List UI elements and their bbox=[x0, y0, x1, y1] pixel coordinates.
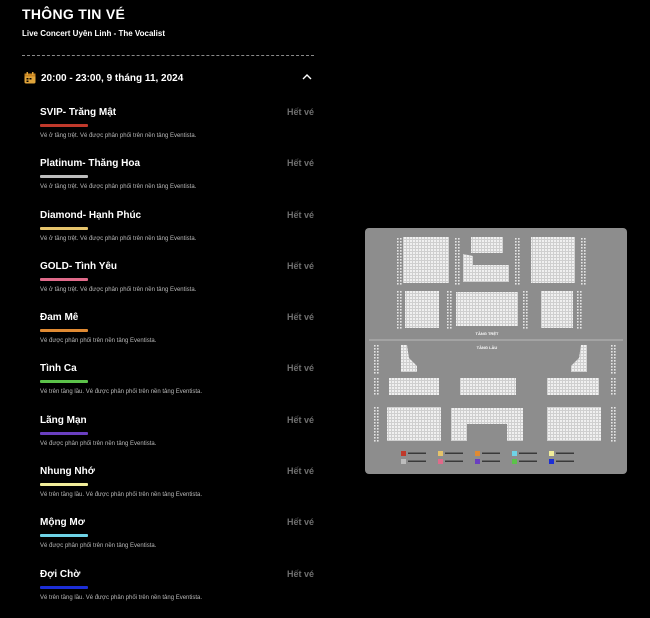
ticket-status: Hết vé bbox=[286, 209, 314, 220]
legend-swatch bbox=[438, 451, 443, 456]
legend-swatch bbox=[549, 459, 554, 464]
ticket-name: Diamond- Hạnh Phúc bbox=[40, 209, 142, 221]
legend-label bbox=[445, 452, 463, 454]
ticket-status: Hết vé bbox=[286, 158, 314, 169]
ticket-status: Hết vé bbox=[286, 568, 314, 579]
ticket-color-bar bbox=[40, 329, 88, 333]
seat-block bbox=[451, 408, 523, 441]
ticket-status: Hết vé bbox=[286, 414, 314, 425]
ticket-description: Vé ở tầng trệt. Vé được phân phối trên n… bbox=[40, 184, 197, 191]
divider bbox=[22, 55, 314, 56]
ticket-color-bar bbox=[40, 124, 88, 127]
seat-block bbox=[456, 292, 518, 326]
ticket-name: Mộng Mơ bbox=[40, 517, 85, 529]
legend-label bbox=[519, 452, 537, 454]
ticket-item[interactable]: Tình Ca Vé trên tầng lầu. Vé được phân p… bbox=[40, 361, 314, 412]
ticket-description: Vé ở tầng trệt. Vé được phân phối trên n… bbox=[40, 286, 197, 293]
legend-label bbox=[482, 460, 500, 462]
ticket-description: Vé được phân phối trên nền tảng Eventist… bbox=[40, 543, 157, 550]
ticket-item[interactable]: SVIP- Trăng Mật Vé ở tầng trệt. Vé được … bbox=[40, 105, 314, 156]
seat-map: TẦNG TRỆT TẦNG LẦU bbox=[365, 228, 627, 474]
ticket-name: Lãng Mạn bbox=[40, 414, 87, 426]
ticket-status: Hết vé bbox=[286, 312, 314, 323]
ground-floor-label: TẦNG TRỆT bbox=[476, 331, 499, 336]
ticket-color-bar bbox=[40, 534, 88, 538]
ticket-item[interactable]: Đam Mê Vé được phân phối trên nền tảng E… bbox=[40, 310, 314, 361]
ticket-item[interactable]: Platinum- Thăng Hoa Vé ở tầng trệt. Vé đ… bbox=[40, 156, 314, 207]
seat-map-diagram: TẦNG TRỆT TẦNG LẦU bbox=[369, 237, 623, 464]
legend-label bbox=[556, 460, 574, 462]
ticket-status: Hết vé bbox=[286, 107, 314, 117]
ticket-color-bar bbox=[40, 585, 88, 589]
calendar-icon bbox=[24, 72, 36, 84]
ticket-name: Platinum- Thăng Hoa bbox=[40, 158, 140, 170]
seat-block bbox=[547, 407, 601, 441]
legend-swatch bbox=[401, 451, 406, 456]
legend-swatch bbox=[475, 459, 480, 464]
ticket-status: Hết vé bbox=[286, 363, 314, 374]
ticket-item[interactable]: GOLD- Tình Yêu Vé ở tầng trệt. Vé được p… bbox=[40, 259, 314, 310]
legend-label bbox=[408, 460, 426, 462]
seat-map-legend bbox=[401, 451, 574, 464]
event-name: Live Concert Uyên Linh - The Vocalist bbox=[22, 29, 165, 38]
legend-label bbox=[482, 452, 500, 454]
ticket-description: Vé trên tầng lầu. Vé được phân phối trên… bbox=[40, 492, 203, 499]
ticket-description: Vé được phân phối trên nền tảng Eventist… bbox=[40, 440, 157, 447]
legend-swatch bbox=[549, 451, 554, 456]
ticket-status: Hết vé bbox=[286, 517, 314, 528]
ticket-name: Nhung Nhớ bbox=[40, 466, 95, 478]
ticket-name: SVIP- Trăng Mật bbox=[40, 107, 117, 118]
ticket-description: Vé ở tầng trệt. Vé được phân phối trên n… bbox=[40, 133, 197, 139]
ticket-name: Đam Mê bbox=[40, 312, 79, 324]
seat-block bbox=[403, 237, 449, 283]
seat-block bbox=[389, 378, 439, 395]
ticket-item[interactable]: Lãng Mạn Vé được phân phối trên nền tảng… bbox=[40, 413, 314, 464]
session-time: 20:00 - 23:00, 9 tháng 11, 2024 bbox=[41, 72, 184, 84]
legend-swatch bbox=[512, 459, 517, 464]
ticket-item[interactable]: Diamond- Hạnh Phúc Vé ở tầng trệt. Vé đư… bbox=[40, 208, 314, 259]
seat-block bbox=[571, 345, 587, 372]
ticket-color-bar bbox=[40, 483, 88, 487]
seat-block bbox=[471, 237, 503, 253]
legend-label bbox=[519, 460, 537, 462]
ticket-item[interactable]: Nhung Nhớ Vé trên tầng lầu. Vé được phân… bbox=[40, 464, 314, 515]
ticket-name: Tình Ca bbox=[40, 363, 77, 375]
seat-block bbox=[405, 291, 439, 328]
ticket-color-bar bbox=[40, 175, 88, 179]
seat-block bbox=[460, 378, 516, 395]
seat-block bbox=[387, 407, 441, 441]
page-title: THÔNG TIN VÉ bbox=[22, 6, 126, 22]
legend-swatch bbox=[512, 451, 517, 456]
ticket-description: Vé ở tầng trệt. Vé được phân phối trên n… bbox=[40, 235, 197, 242]
ticket-color-bar bbox=[40, 226, 88, 230]
seat-block bbox=[463, 254, 509, 282]
legend-swatch bbox=[401, 459, 406, 464]
ticket-description: Vé được phân phối trên nền tảng Eventist… bbox=[40, 338, 157, 345]
upper-floor-label: TẦNG LẦU bbox=[477, 345, 498, 350]
legend-swatch bbox=[438, 459, 443, 464]
seat-block bbox=[401, 345, 417, 372]
ticket-color-bar bbox=[40, 380, 88, 384]
legend-label bbox=[408, 452, 426, 454]
ticket-color-bar bbox=[40, 431, 88, 435]
seat-block bbox=[531, 237, 575, 283]
ticket-color-bar bbox=[40, 277, 88, 281]
ticket-status: Hết vé bbox=[286, 260, 314, 271]
legend-swatch bbox=[475, 451, 480, 456]
seat-block bbox=[541, 291, 573, 328]
ticket-name: Đợi Chờ bbox=[40, 568, 81, 580]
ticket-item[interactable]: Mộng Mơ Vé được phân phối trên nền tảng … bbox=[40, 515, 314, 566]
chevron-up-icon[interactable] bbox=[302, 73, 312, 81]
legend-label bbox=[445, 460, 463, 462]
ticket-name: GOLD- Tình Yêu bbox=[40, 260, 118, 272]
seat-block bbox=[547, 378, 599, 395]
legend-label bbox=[556, 452, 574, 454]
ticket-list: SVIP- Trăng Mật Vé ở tầng trệt. Vé được … bbox=[40, 105, 314, 618]
ticket-description: Vé trên tầng lầu. Vé được phân phối trên… bbox=[40, 594, 203, 601]
ticket-status: Hết vé bbox=[286, 466, 314, 477]
ticket-item[interactable]: Đợi Chờ Vé trên tầng lầu. Vé được phân p… bbox=[40, 567, 314, 618]
session-toggle[interactable]: 20:00 - 23:00, 9 tháng 11, 2024 bbox=[22, 69, 314, 87]
ticket-description: Vé trên tầng lầu. Vé được phân phối trên… bbox=[40, 389, 203, 396]
